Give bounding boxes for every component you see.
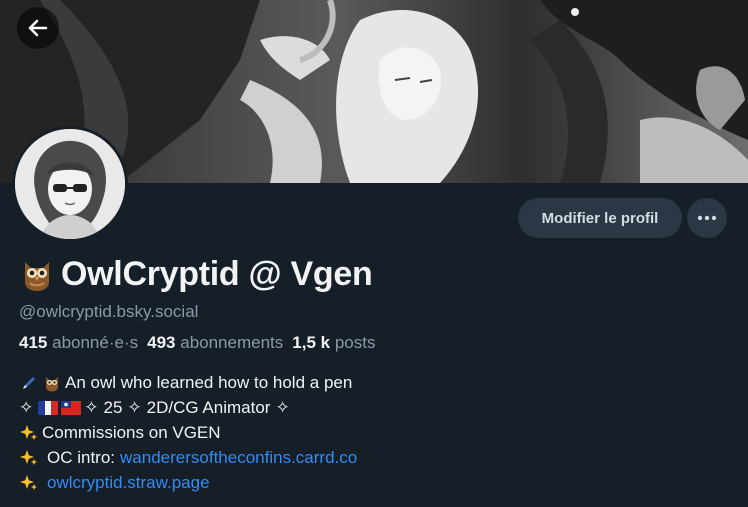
handle[interactable]: @owlcryptid.bsky.social bbox=[19, 302, 198, 322]
display-name: OwlCryptid @ Vgen bbox=[61, 254, 373, 293]
owl-emoji-icon bbox=[25, 262, 49, 291]
bio-line: Commissions on VGEN bbox=[19, 420, 357, 445]
sparkle-separator: ✧ bbox=[19, 398, 34, 417]
followers-label: abonné·e·s bbox=[52, 333, 139, 352]
back-button[interactable] bbox=[17, 7, 59, 49]
ellipsis-icon bbox=[697, 215, 717, 221]
bio-role: 2D/CG Animator bbox=[146, 398, 271, 417]
sparkle-separator: ✧ bbox=[275, 398, 290, 417]
followers-count: 415 bbox=[19, 333, 48, 352]
pen-icon bbox=[19, 373, 39, 393]
arrow-left-icon bbox=[28, 19, 48, 37]
bio-line: owlcryptid.straw.page bbox=[19, 470, 357, 495]
edit-profile-label: Modifier le profil bbox=[541, 209, 659, 227]
following-count: 493 bbox=[147, 333, 176, 352]
strawpage-link[interactable]: owlcryptid.straw.page bbox=[47, 470, 210, 495]
taiwan-flag-icon bbox=[61, 398, 82, 418]
bio-line: OC intro: wanderersoftheconfins.carrd.co bbox=[19, 445, 357, 470]
following-stat[interactable]: 493 abonnements bbox=[147, 333, 283, 353]
posts-count: 1,5 k bbox=[292, 333, 331, 352]
sparkle-separator: ✧ bbox=[127, 398, 142, 417]
bio-text: Commissions on VGEN bbox=[42, 423, 221, 442]
avatar[interactable] bbox=[12, 126, 128, 242]
sparkles-icon bbox=[19, 473, 39, 493]
sparkles-icon bbox=[19, 423, 39, 443]
followers-stat[interactable]: 415 abonné·e·s bbox=[19, 333, 138, 353]
profile-page: Modifier le profil OwlCryptid @ Vgen @ow… bbox=[0, 0, 748, 507]
more-options-button[interactable] bbox=[687, 198, 727, 238]
posts-label: posts bbox=[334, 333, 376, 352]
following-label: abonnements bbox=[180, 333, 284, 352]
bio-age: 25 bbox=[103, 398, 123, 417]
avatar-image bbox=[15, 129, 125, 239]
sparkles-icon bbox=[19, 448, 39, 468]
profile-stats: 415 abonné·e·s 493 abonnements 1,5 k pos… bbox=[19, 333, 375, 353]
bio-text: An owl who learned how to hold a pen bbox=[65, 373, 353, 392]
carrd-link[interactable]: wanderersoftheconfins.carrd.co bbox=[120, 445, 357, 470]
bio-line: An owl who learned how to hold a pen bbox=[19, 370, 357, 395]
bio-line: ✧ ✧ 25 ✧ 2D/CG Animator ✧ bbox=[19, 395, 357, 420]
bio-text: OC intro: bbox=[47, 448, 116, 467]
posts-stat: 1,5 k posts bbox=[292, 333, 375, 353]
profile-bio: An owl who learned how to hold a pen ✧ ✧… bbox=[19, 370, 357, 495]
edit-profile-button[interactable]: Modifier le profil bbox=[518, 198, 682, 238]
owl-emoji-icon bbox=[42, 373, 62, 393]
france-flag-icon bbox=[38, 398, 59, 418]
sparkle-separator: ✧ bbox=[84, 398, 99, 417]
display-name-row: OwlCryptid @ Vgen bbox=[19, 252, 373, 296]
